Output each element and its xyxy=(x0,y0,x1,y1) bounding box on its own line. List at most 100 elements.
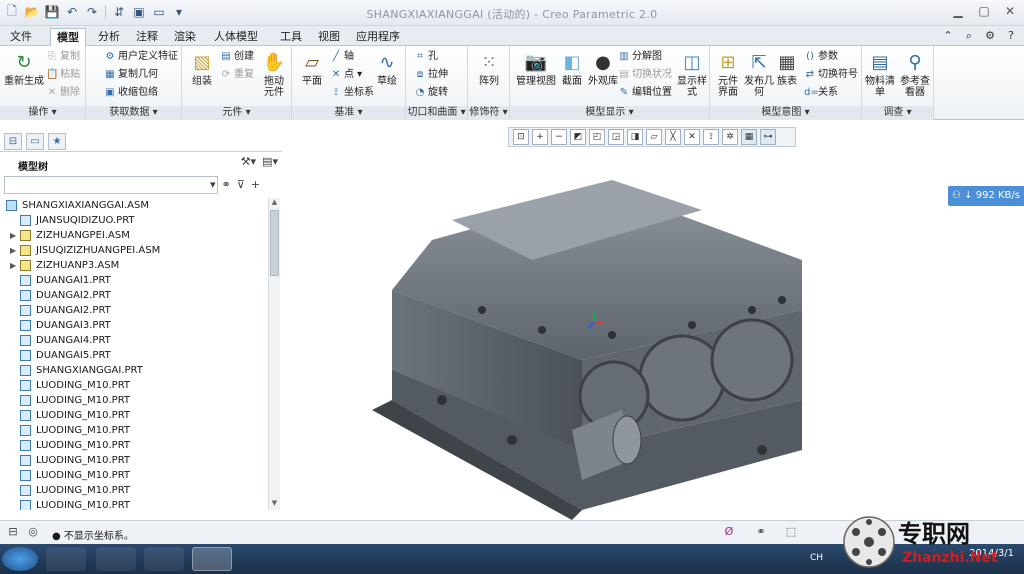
group-label-datum[interactable]: 基准 ▾ xyxy=(292,106,405,120)
sketch-button[interactable]: ∿ 草绘 xyxy=(372,50,402,87)
tab-applications[interactable]: 应用程序 xyxy=(350,28,406,46)
model-tree-item[interactable]: LUODING_M10.PRT xyxy=(4,468,268,483)
taskbar-app-colorful-icon[interactable] xyxy=(46,547,86,571)
assemble-button[interactable]: ▧ 组装 xyxy=(186,50,218,87)
group-label-get-data[interactable]: 获取数据 ▾ xyxy=(86,106,181,120)
model-tree-item[interactable]: LUODING_M10.PRT xyxy=(4,453,268,468)
folder-browser-tab-icon[interactable]: ▭ xyxy=(26,133,44,150)
add-column-icon[interactable]: + xyxy=(251,178,260,191)
expand-arrow-icon[interactable]: ▶ xyxy=(10,258,16,273)
browser-toggle-icon[interactable]: ◎ xyxy=(24,525,42,541)
revolve-button[interactable]: ◔ 旋转 xyxy=(414,86,448,100)
copy-geometry-button[interactable]: ▦ 复制几何 xyxy=(104,68,158,82)
expand-arrow-icon[interactable]: ▶ xyxy=(10,243,16,258)
settings-icon[interactable]: ⚙ xyxy=(983,29,997,43)
model-tree-item[interactable]: LUODING_M10.PRT xyxy=(4,498,268,510)
hole-button[interactable]: ⌗ 孔 xyxy=(414,50,438,64)
model-tree-tab-icon[interactable]: ⊟ xyxy=(4,133,22,150)
relations-button[interactable]: d=关系 xyxy=(804,86,838,100)
point-display-icon[interactable]: ✕ xyxy=(684,129,700,145)
group-label-cut-surface[interactable]: 切口和曲面 ▾ xyxy=(406,106,467,120)
saved-orientations-icon[interactable]: ◲ xyxy=(608,129,624,145)
selection-filter-icon[interactable]: Ø xyxy=(720,525,738,541)
model-tree-item[interactable]: LUODING_M10.PRT xyxy=(4,378,268,393)
collapse-ribbon-icon[interactable]: ⌃ xyxy=(941,29,955,43)
model-tree-item[interactable]: JIANSUQIDIZUO.PRT xyxy=(4,213,268,228)
taskbar-browser-icon[interactable] xyxy=(96,547,136,571)
switch-symbol-button[interactable]: ⇄ 切换符号 xyxy=(804,68,858,82)
view-manager-icon[interactable]: ◰ xyxy=(589,129,605,145)
close-icon[interactable]: ✕ xyxy=(1002,3,1018,19)
tab-annotate[interactable]: 注释 xyxy=(130,28,164,46)
find-icon[interactable]: ⚭ xyxy=(752,525,770,541)
udf-button[interactable]: ⚙ 用户定义特征 xyxy=(104,50,178,64)
repaint-icon[interactable]: ◩ xyxy=(570,129,586,145)
tab-view[interactable]: 视图 xyxy=(312,28,346,46)
copy-button[interactable]: ⎘ 复制 xyxy=(46,50,80,64)
pattern-button[interactable]: ⁙ 阵列 xyxy=(474,50,504,87)
group-label-operations[interactable]: 操作 ▾ xyxy=(0,106,85,120)
model-tree-item[interactable]: SHANGXIANGGAI.PRT xyxy=(4,363,268,378)
model-tree-item[interactable]: LUODING_M10.PRT xyxy=(4,423,268,438)
drag-component-button[interactable]: ✋ 拖动元件 xyxy=(260,50,288,98)
csys-button[interactable]: ⟟ 坐标系 xyxy=(330,86,374,100)
tab-file[interactable]: 文件 xyxy=(4,28,38,46)
csys-display-icon[interactable]: ⟟ xyxy=(703,129,719,145)
spin-center-icon[interactable]: ✲ xyxy=(722,129,738,145)
model-tree-item[interactable]: DUANGAI4.PRT xyxy=(4,333,268,348)
refit-icon[interactable]: ⊡ xyxy=(513,129,529,145)
display-style-button[interactable]: ◫ 显示样式 xyxy=(676,50,708,98)
tab-render[interactable]: 渲染 xyxy=(168,28,202,46)
toggle-status-button[interactable]: ▤ 切换状况 xyxy=(618,68,672,82)
group-label-investigate[interactable]: 调查 ▾ xyxy=(862,106,933,120)
favorites-tab-icon[interactable]: ★ xyxy=(48,133,66,150)
tab-tools[interactable]: 工具 xyxy=(274,28,308,46)
group-label-model-intent[interactable]: 模型意图 ▾ xyxy=(710,106,861,120)
binoculars-icon[interactable]: ⚭ xyxy=(222,178,231,191)
annotation-display-icon[interactable]: ▦ xyxy=(741,129,757,145)
tree-settings-icon[interactable]: ⚒▾ xyxy=(241,155,256,168)
minimize-icon[interactable]: ▁ xyxy=(950,3,966,19)
model-tree-item[interactable]: LUODING_M10.PRT xyxy=(4,483,268,498)
parameters-button[interactable]: () 参数 xyxy=(804,50,838,64)
maximize-icon[interactable]: ▢ xyxy=(976,3,992,19)
plane-button[interactable]: ▱ 平面 xyxy=(296,50,328,87)
help-icon[interactable]: ? xyxy=(1004,29,1018,43)
publish-geometry-button[interactable]: ⇱ 发布几何 xyxy=(744,50,774,98)
extrude-button[interactable]: ⧈ 拉伸 xyxy=(414,68,448,82)
taskbar-creo-icon[interactable] xyxy=(192,547,232,571)
model-tree-item[interactable]: SHANGXIAXIANGGAI.ASM xyxy=(4,198,268,213)
expand-arrow-icon[interactable]: ▶ xyxy=(10,228,16,243)
taskbar-media-icon[interactable] xyxy=(144,547,184,571)
repeat-button[interactable]: ⟳ 重复 xyxy=(220,68,254,82)
manage-views-button[interactable]: 📷 管理视图 xyxy=(514,50,558,87)
model-tree-item[interactable]: DUANGAI2.PRT xyxy=(4,303,268,318)
zoom-in-icon[interactable]: + xyxy=(532,129,548,145)
model-tree-item[interactable]: ▶ ZIZHUANP3.ASM xyxy=(4,258,268,273)
csys-toggle-icon[interactable]: ⊶ xyxy=(760,129,776,145)
component-interface-button[interactable]: ⊞ 元件界面 xyxy=(714,50,742,98)
group-label-model-display[interactable]: 模型显示 ▾ xyxy=(510,106,709,120)
display-style-icon[interactable]: ◨ xyxy=(627,129,643,145)
scroll-thumb[interactable] xyxy=(270,210,279,276)
group-label-component[interactable]: 元件 ▾ xyxy=(182,106,291,120)
tab-model[interactable]: 模型 xyxy=(50,28,86,46)
create-button[interactable]: ▤ 创建 xyxy=(220,50,254,64)
tab-analysis[interactable]: 分析 xyxy=(92,28,126,46)
regenerate-button[interactable]: ↻ 重新生成 xyxy=(4,50,44,87)
model-tree-search-input[interactable] xyxy=(4,176,218,194)
model-tree-item[interactable]: LUODING_M10.PRT xyxy=(4,408,268,423)
gearbox-model-view[interactable] xyxy=(282,150,1024,520)
model-tree-item[interactable]: ▶ JISUQIZIZHUANGPEI.ASM xyxy=(4,243,268,258)
model-tree-item[interactable]: DUANGAI1.PRT xyxy=(4,273,268,288)
start-button-icon[interactable] xyxy=(2,547,38,571)
bom-button[interactable]: ▤ 物料清单 xyxy=(864,50,896,98)
point-button[interactable]: ✕ 点 ▾ xyxy=(330,68,362,82)
edit-position-button[interactable]: ✎ 编辑位置 xyxy=(618,86,672,100)
zoom-out-icon[interactable]: − xyxy=(551,129,567,145)
scroll-up-icon[interactable]: ▲ xyxy=(269,198,280,209)
filter-icon[interactable]: ⊽ xyxy=(237,178,245,191)
model-tree-item[interactable]: ▶ ZIZHUANGPEI.ASM xyxy=(4,228,268,243)
model-tree-scrollbar[interactable]: ▲ ▼ xyxy=(268,198,280,510)
delete-button[interactable]: ✕ 删除 xyxy=(46,86,80,100)
